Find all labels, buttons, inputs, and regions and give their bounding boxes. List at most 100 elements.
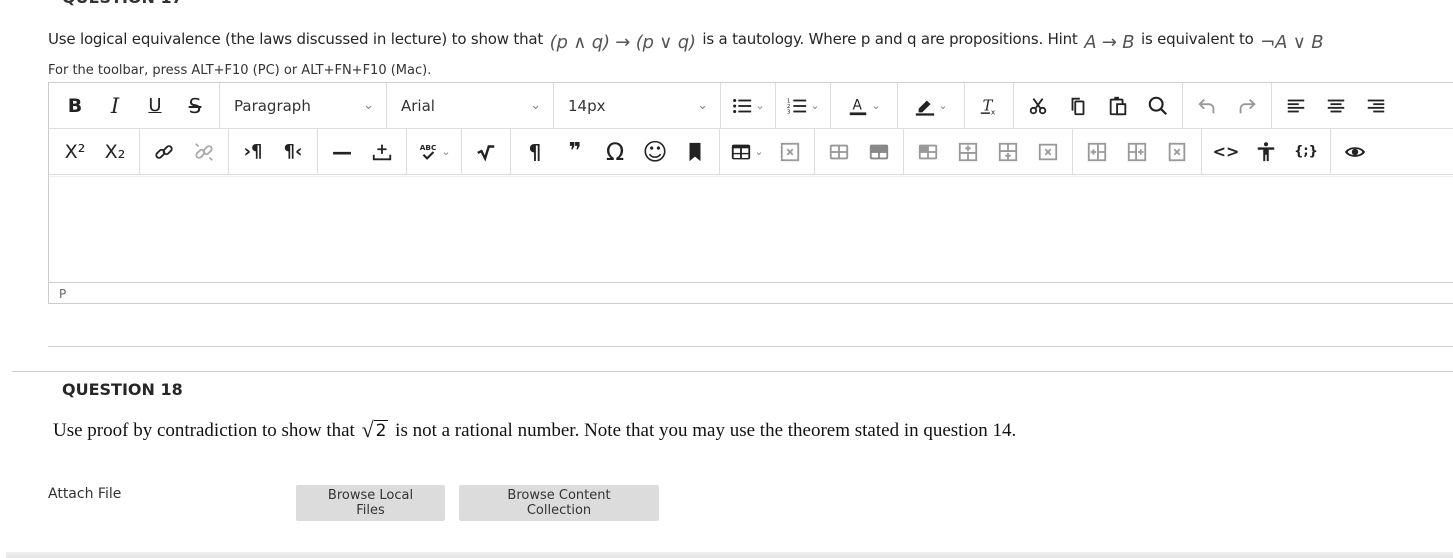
omega-icon: Ω — [605, 137, 625, 166]
question-17-prompt: Use logical equivalence (the laws discus… — [48, 28, 1325, 53]
insert-row-before-icon — [958, 142, 978, 161]
highlighter-icon — [916, 100, 935, 116]
square-root-icon — [477, 144, 495, 162]
insert-row-after-button[interactable] — [988, 133, 1028, 171]
insert-col-before-button[interactable] — [1077, 133, 1117, 171]
find-button[interactable] — [1138, 87, 1178, 125]
special-group: ¶ ❞ Ω ☺ — [511, 129, 720, 174]
svg-text:x: x — [991, 107, 996, 116]
link-group — [140, 129, 229, 174]
code-sample-button[interactable]: {;} — [1286, 133, 1326, 171]
rtl-button[interactable]: ¶‹ — [273, 133, 313, 171]
remove-link-button[interactable] — [184, 133, 224, 171]
paragraph-mark-button[interactable]: ¶ — [515, 133, 555, 171]
code-icon: <> — [1212, 142, 1240, 161]
bookmark-icon — [689, 142, 701, 161]
align-center-button[interactable] — [1316, 87, 1356, 125]
align-center-icon — [1327, 99, 1345, 112]
row-props-button[interactable] — [819, 133, 859, 171]
merge-cells-button[interactable] — [908, 133, 948, 171]
insert-row-before-button[interactable] — [948, 133, 988, 171]
numbered-list-button[interactable]: 123 ⌄ — [780, 87, 826, 125]
align-right-icon — [1367, 99, 1385, 112]
insert-col-before-icon — [1087, 142, 1107, 161]
spellcheck-button[interactable]: ABC ⌄ — [411, 133, 457, 171]
font-size-select[interactable]: 14px ⌄ — [554, 83, 721, 128]
editor-statusbar: P — [49, 282, 1453, 304]
preview-button[interactable] — [1335, 133, 1375, 171]
browse-content-collection-button[interactable]: Browse Content Collection — [459, 485, 659, 521]
bold-button[interactable]: B — [55, 87, 95, 125]
clear-formatting-button[interactable]: Tx — [969, 87, 1009, 125]
chevron-down-icon: ⌄ — [871, 99, 881, 112]
emoji-button[interactable]: ☺ — [635, 133, 675, 171]
align-left-button[interactable] — [1276, 87, 1316, 125]
chevron-down-icon: ⌄ — [363, 98, 374, 113]
accessibility-button[interactable] — [1246, 133, 1286, 171]
special-char-button[interactable]: Ω — [595, 133, 635, 171]
divider — [48, 346, 1453, 347]
table-icon — [732, 144, 751, 159]
q18-text-after: is not a rational number. Note that you … — [395, 420, 1017, 441]
paragraph-icon: ¶ — [528, 139, 542, 164]
insert-col-after-button[interactable] — [1117, 133, 1157, 171]
format-select-value: Paragraph — [234, 96, 311, 115]
italic-button[interactable]: I — [95, 87, 135, 125]
table-row-group — [904, 129, 1073, 174]
text-color-group: A ⌄ — [831, 83, 898, 128]
insert-link-button[interactable] — [144, 133, 184, 171]
font-family-select[interactable]: Arial ⌄ — [387, 83, 554, 128]
insert-anchor-icon — [372, 144, 392, 160]
direction-group: ›¶ ¶‹ — [229, 129, 318, 174]
blockquote-button[interactable]: ❞ — [555, 133, 595, 171]
accessibility-icon — [1257, 141, 1275, 161]
copy-icon — [1071, 97, 1085, 115]
paste-button[interactable] — [1098, 87, 1138, 125]
delete-row-button[interactable] — [1028, 133, 1068, 171]
strikethrough-button[interactable]: S — [175, 87, 215, 125]
text-color-button[interactable]: A ⌄ — [835, 87, 893, 125]
cell-props-button[interactable] — [859, 133, 899, 171]
redo-button[interactable] — [1227, 87, 1267, 125]
toolbar-row-1: B I U S Paragraph ⌄ Arial ⌄ 14px ⌄ ⌄ 123 ⌄ … — [49, 83, 1453, 129]
formula-disjunction: ¬A ∨ B — [1260, 32, 1324, 53]
align-right-button[interactable] — [1356, 87, 1396, 125]
superscript-button[interactable]: X² — [55, 133, 95, 171]
subscript-button[interactable]: X₂ — [95, 133, 135, 171]
format-select[interactable]: Paragraph ⌄ — [220, 83, 387, 128]
bullet-list-button[interactable]: ⌄ — [725, 87, 771, 125]
tools-group: <> {;} — [1202, 129, 1331, 174]
clipboard-group — [1014, 83, 1183, 128]
insert-table-button[interactable]: ⌄ — [724, 133, 770, 171]
underline-button[interactable]: U — [135, 87, 175, 125]
chevron-down-icon: ⌄ — [697, 98, 708, 113]
browse-local-files-button[interactable]: Browse Local Files — [296, 485, 445, 521]
delete-col-button[interactable] — [1157, 133, 1197, 171]
underline-icon: U — [148, 95, 162, 116]
bookmark-button[interactable] — [675, 133, 715, 171]
square-root-expression: √ 2 — [362, 417, 389, 442]
horizontal-line-button[interactable]: — — [322, 133, 362, 171]
cut-button[interactable] — [1018, 87, 1058, 125]
question-divider — [12, 371, 1453, 372]
element-path[interactable]: P — [59, 287, 66, 301]
insert-anchor-button[interactable] — [362, 133, 402, 171]
highlight-color-button[interactable]: ⌄ — [902, 87, 960, 125]
superscript-icon: X² — [64, 140, 86, 163]
question-18-title: QUESTION 18 — [62, 380, 183, 399]
editor-content[interactable] — [49, 176, 1453, 282]
table-group: ⌄ — [720, 129, 815, 174]
quote-icon: ❞ — [568, 139, 582, 164]
copy-button[interactable] — [1058, 87, 1098, 125]
chevron-down-icon: ⌄ — [810, 99, 820, 112]
link-icon — [155, 144, 173, 159]
delete-table-button[interactable] — [770, 133, 810, 171]
redo-icon — [1239, 98, 1256, 113]
horizontal-line-icon: — — [332, 139, 352, 164]
source-code-button[interactable]: <> — [1206, 133, 1246, 171]
undo-button[interactable] — [1187, 87, 1227, 125]
ltr-icon: ›¶ — [243, 141, 263, 162]
ltr-button[interactable]: ›¶ — [233, 133, 273, 171]
math-equation-button[interactable] — [466, 133, 506, 171]
toolbar-row-2: X² X₂ ›¶ ¶‹ — ABC ⌄ ¶ ❞ Ω ☺ ⌄ <> {;} — [49, 129, 1453, 175]
